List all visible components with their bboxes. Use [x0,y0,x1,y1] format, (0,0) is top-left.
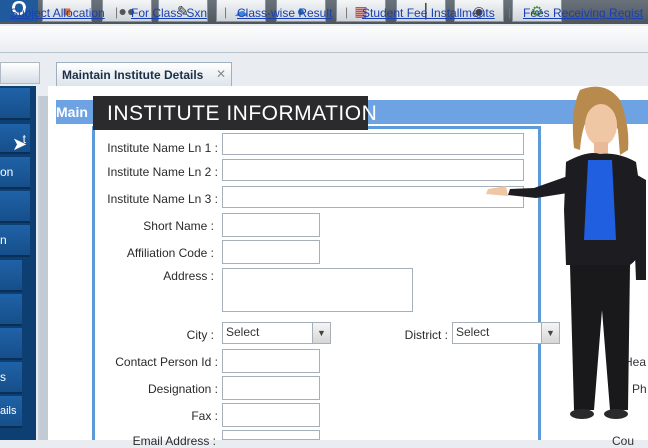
institute-name-1-label: Institute Name Ln 1 : [107,141,218,155]
section-banner: INSTITUTE INFORMATION [93,96,377,130]
sidebar-item-label: s [0,370,6,384]
fax-input[interactable] [222,403,320,427]
link-separator: | [224,5,228,19]
link-for-class-sxn[interactable]: For Class-Sxn [131,6,207,20]
sidebar-item[interactable]: n [0,225,30,257]
affiliation-code-label: Affiliation Code : [126,246,214,260]
sidebar-item[interactable] [0,88,30,120]
email-address-input[interactable] [222,430,320,440]
address-textarea[interactable] [222,268,413,312]
designation-label: Designation : [147,382,218,396]
sidebar-item[interactable] [0,191,30,223]
sidebar-item-label: on [0,165,14,179]
link-subject-allocation[interactable]: Subject Allocation [10,6,105,20]
city-select[interactable]: Select ▼ [222,322,331,344]
chevron-down-icon[interactable]: ▼ [312,323,330,343]
link-separator: | [345,5,349,19]
mouse-cursor-icon: ➤ [12,134,28,154]
institute-name-3-label: Institute Name Ln 3 : [107,192,218,206]
affiliation-code-input[interactable] [222,240,320,264]
link-student-fee-installments[interactable]: Student Fee Installments [362,6,495,20]
close-icon[interactable]: ✕ [216,67,226,81]
form-title: Main [56,104,88,120]
sidebar-item[interactable] [0,328,22,360]
sidebar-item[interactable] [0,260,22,292]
city-label: City : [186,328,214,342]
banner-title: INSTITUTE INFORMATION [107,102,378,125]
link-separator: | [508,5,512,19]
contact-person-id-label: Contact Person Id : [115,355,218,369]
contact-person-id-input[interactable] [222,349,320,373]
sidebar-item-label: ails [0,405,17,417]
tab-label: Maintain Institute Details [62,68,204,82]
sidebar-header [0,62,40,84]
short-name-label: Short Name : [143,219,214,233]
tab-maintain-institute-details[interactable]: Maintain Institute Details ✕ [56,62,232,86]
address-label: Address : [163,269,214,283]
sidebar-item[interactable]: s [0,362,22,394]
designation-input[interactable] [222,376,320,400]
sidebar-item[interactable] [0,294,22,326]
email-address-label: Email Address : [132,434,216,448]
institute-name-2-label: Institute Name Ln 2 : [107,165,218,179]
short-name-input[interactable] [222,213,320,237]
link-fees-receiving-register[interactable]: Fees Receiving Regist [523,6,643,20]
quick-links-bar [0,26,648,53]
sidebar-item[interactable]: on [0,157,30,189]
fax-label: Fax : [191,409,218,423]
sidebar-item[interactable]: ails [0,396,22,428]
content-scrollbar[interactable] [40,96,48,440]
presenter-image [486,86,646,419]
district-label: District : [404,328,448,342]
sidebar-item-label: n [0,233,7,247]
link-class-wise-result[interactable]: Class-wise Result [237,6,332,20]
city-select-value: Select [226,325,260,339]
link-separator: | [115,5,119,19]
